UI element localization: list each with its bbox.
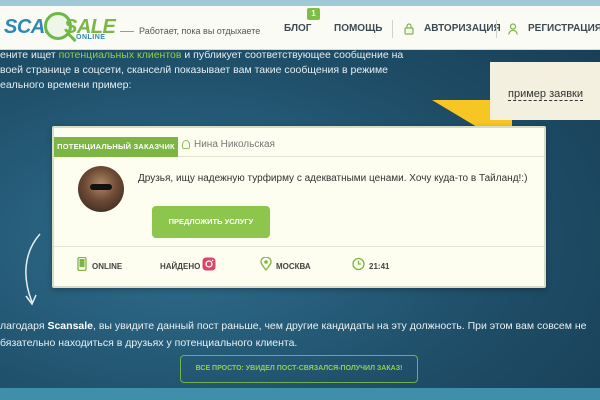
intro-text: ените ищет потенциальных клиентов и публ… [0,48,430,93]
bottom-text: лагодаря Scansale, вы увидите данный пос… [0,318,600,352]
offer-service-button[interactable]: ПРЕДЛОЖИТЬ УСЛУГУ [152,206,270,238]
tagline: Работает, пока вы отдыхаете [120,26,260,36]
lock-icon [404,23,414,35]
intro-line1-post: и публикует соответствующее сообщение на [181,49,404,61]
example-post-card: ПОТЕНЦИАЛЬНЫЙ ЗАКАЗЧИК Нина Никольская Д… [52,126,546,288]
intro-line3: еального времени пример: [0,79,132,91]
nav-register[interactable]: РЕГИСТРАЦИЯ [528,23,600,34]
instagram-icon [202,257,216,271]
phone-icon [77,257,87,271]
nav-divider [392,20,393,38]
card-divider [178,156,544,157]
stat-time: 21:41 [369,262,390,271]
nav-divider [496,20,497,38]
nav-blog[interactable]: БЛОГ [284,23,311,34]
cta-button[interactable]: ВСЕ ПРОСТО: УВИДЕЛ ПОСТ-СВЯЗАЛСЯ-ПОЛУЧИЛ… [180,355,418,383]
nav-login[interactable]: АВТОРИЗАЦИЯ [424,23,501,34]
bottom-line1-post: , вы увидите данный пост раньше, чем дру… [93,320,587,332]
user-icon [508,23,518,35]
nav-help[interactable]: ПОМОЩЬ [334,23,382,34]
stat-city: МОСКВА [276,262,311,271]
logo[interactable]: SCAN SALE ONLINE [4,12,116,46]
author: Нина Никольская [182,139,275,150]
blog-badge: 1 [307,8,320,20]
intro-line2: воей странице в соцсети, сканселй показы… [0,64,389,76]
avatar [78,166,124,212]
potential-client-tag: ПОТЕНЦИАЛЬНЫЙ ЗАКАЗЧИК [54,137,178,157]
intro-line1-pre: ените ищет [0,49,59,61]
person-icon [182,139,190,149]
logo-online-text: ONLINE [76,34,106,41]
post-text: Друзья, ищу надежную турфирму с адекватн… [138,173,528,184]
bottom-line1-pre: лагодаря [0,320,48,332]
callout-label: пример заявки [508,88,583,101]
brand-name: Scansale [47,320,94,332]
stat-found: НАЙДЕНО [160,262,201,271]
bottom-strip [0,388,600,400]
intro-highlight[interactable]: потенциальных клиентов [59,49,182,61]
clock-icon [352,257,365,271]
curved-arrow-icon [25,233,41,306]
stat-online: ONLINE [92,262,123,271]
map-pin-icon [260,257,272,271]
stats-divider [54,246,544,247]
author-name: Нина Никольская [194,139,275,150]
bottom-line2: бязательно находиться в друзьях у потенц… [0,337,298,349]
